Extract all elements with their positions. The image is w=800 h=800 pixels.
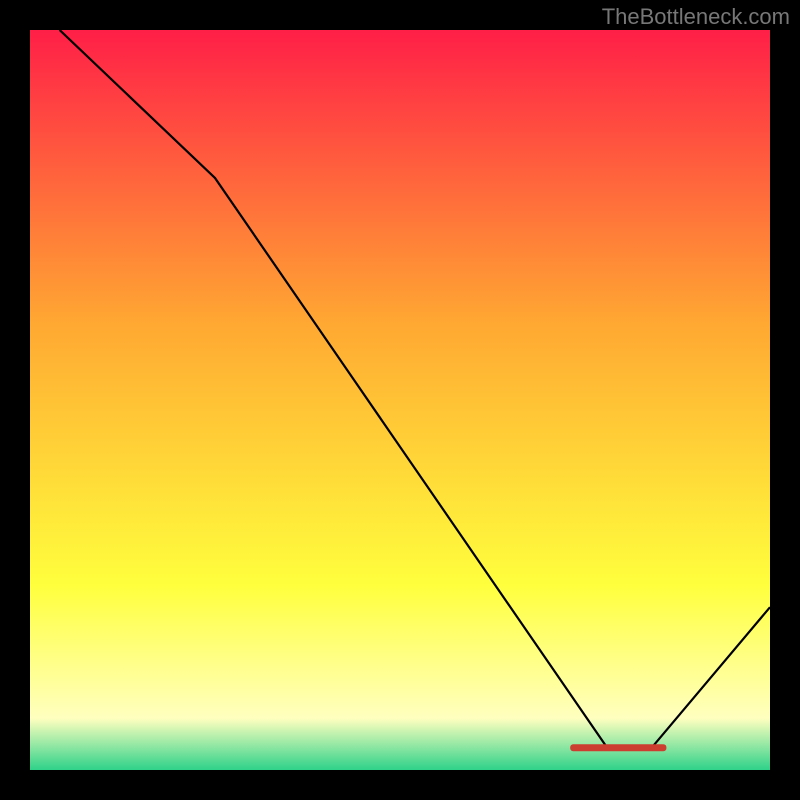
- chart-svg: [30, 30, 770, 770]
- gradient-background: [30, 30, 770, 770]
- optimal-marker: [570, 744, 666, 751]
- chart-plot-area: [30, 30, 770, 770]
- watermark-text: TheBottleneck.com: [602, 4, 790, 30]
